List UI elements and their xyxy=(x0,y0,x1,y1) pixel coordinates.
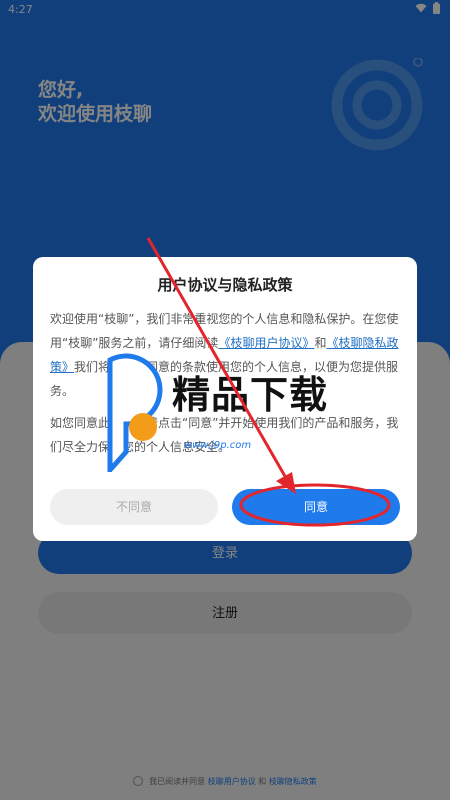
watermark-url: www.j9p.com xyxy=(184,440,252,451)
dialog-title: 用户协议与隐私政策 xyxy=(157,276,293,294)
watermark: 精品下载 www.j9p.com xyxy=(96,352,366,482)
disagree-button[interactable]: 不同意 xyxy=(50,489,218,525)
dialog-user-agreement-link[interactable]: 《枝聊用户协议》 xyxy=(218,336,314,350)
watermark-text: 精品下载 xyxy=(172,373,329,417)
agree-button[interactable]: 同意 xyxy=(232,489,400,525)
dialog-and: 和 xyxy=(314,336,327,350)
watermark-logo-icon xyxy=(107,353,163,472)
